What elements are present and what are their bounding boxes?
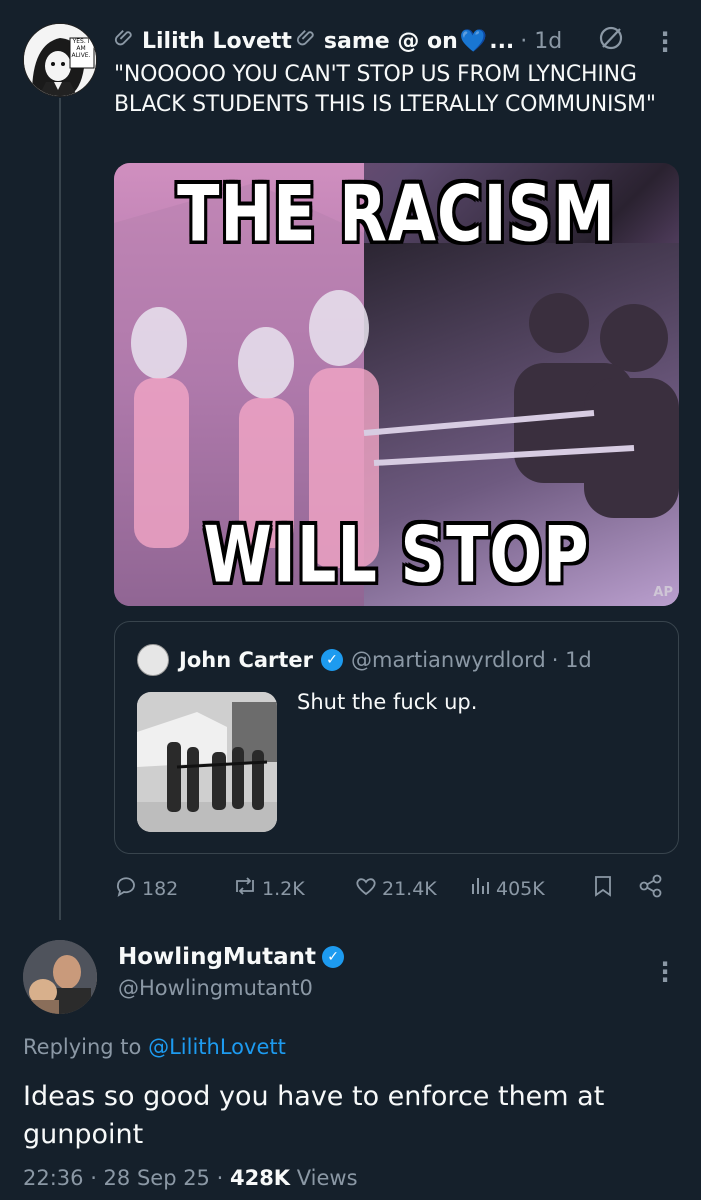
quote-time[interactable]: · 1d [552, 648, 592, 672]
replying-to-prefix: Replying to [23, 1035, 142, 1059]
grok-icon[interactable] [598, 25, 624, 57]
avatar-caption: YES. I AM ALIVE. [71, 38, 91, 59]
bookmark-icon[interactable] [592, 874, 614, 898]
reply-author-name[interactable]: HowlingMutant [118, 944, 316, 970]
reply-count: 182 [142, 878, 179, 900]
meme-top-text: THE RACISM [177, 167, 616, 260]
heart-icon [354, 874, 378, 904]
replying-to: Replying to @LilithLovett [23, 1035, 286, 1059]
tweet-media[interactable]: THE RACISM WILL STOP AP [114, 163, 679, 606]
avatar[interactable] [23, 23, 97, 97]
verified-badge-icon: ✓ [321, 649, 344, 671]
more-icon[interactable]: · · · [655, 952, 675, 992]
meme-bottom-text: WILL STOP [203, 508, 590, 601]
paperclip-icon [296, 27, 318, 55]
repost-icon [232, 874, 258, 904]
views-button[interactable]: 405K [468, 874, 545, 904]
like-count: 21.4K [382, 878, 437, 900]
quote-author-name[interactable]: John Carter [179, 648, 313, 672]
quote-header: John Carter ✓ @martianwyrdlord · 1d [137, 644, 592, 676]
paperclip-icon [114, 27, 136, 55]
quote-tweet[interactable]: John Carter ✓ @martianwyrdlord · 1d Shut… [114, 621, 679, 854]
reply-handle[interactable]: @Howlingmutant0 [118, 976, 313, 1000]
like-button[interactable]: 21.4K [354, 874, 437, 904]
repost-count: 1.2K [262, 878, 305, 900]
tweet-text: "NOOOOO YOU CAN'T STOP US FROM LYNCHING … [114, 62, 656, 117]
blue-heart-icon: 💙 [459, 28, 488, 54]
views-icon [468, 874, 492, 904]
reply-timestamp[interactable]: 22:36 · 28 Sep 25 · [23, 1166, 223, 1190]
quote-handle[interactable]: @martianwyrdlord [351, 648, 546, 672]
reply-views-label: Views [296, 1166, 358, 1190]
avatar[interactable] [137, 644, 169, 676]
quote-text: Shut the fuck up. [297, 690, 478, 714]
reply-header: HowlingMutant ✓ [118, 944, 352, 970]
avatar-image [24, 24, 96, 96]
thread-line [59, 98, 61, 920]
repost-button[interactable]: 1.2K [232, 874, 305, 904]
tweet-header: Lilith Lovett same @ on 💙 ... · 1d [114, 24, 684, 58]
name-ellipsis: ... [489, 28, 515, 54]
quote-media[interactable] [137, 692, 277, 832]
views-count: 405K [496, 878, 545, 900]
avatar-image [23, 940, 97, 1014]
author-name[interactable]: Lilith Lovett [142, 29, 292, 54]
tweet-time[interactable]: · 1d [520, 29, 562, 54]
replying-to-handle[interactable]: @LilithLovett [148, 1035, 286, 1059]
avatar[interactable] [23, 940, 97, 1014]
quote-photo [137, 692, 277, 832]
share-icon[interactable] [638, 874, 664, 898]
watermark: AP [653, 585, 673, 600]
reply-text: Ideas so good you have to enforce them a… [23, 1081, 605, 1150]
author-name-suffix[interactable]: same @ on [324, 29, 458, 54]
reply-button[interactable]: 182 [114, 874, 178, 904]
verified-badge-icon: ✓ [322, 946, 345, 968]
action-bar: 182 1.2K 21.4K 405K [114, 868, 684, 908]
more-icon[interactable]: · · · [655, 22, 675, 62]
reply-meta: 22:36 · 28 Sep 25 · 428K Views [23, 1166, 358, 1190]
reply-views-count: 428K [229, 1166, 291, 1190]
reply-icon [114, 874, 138, 904]
